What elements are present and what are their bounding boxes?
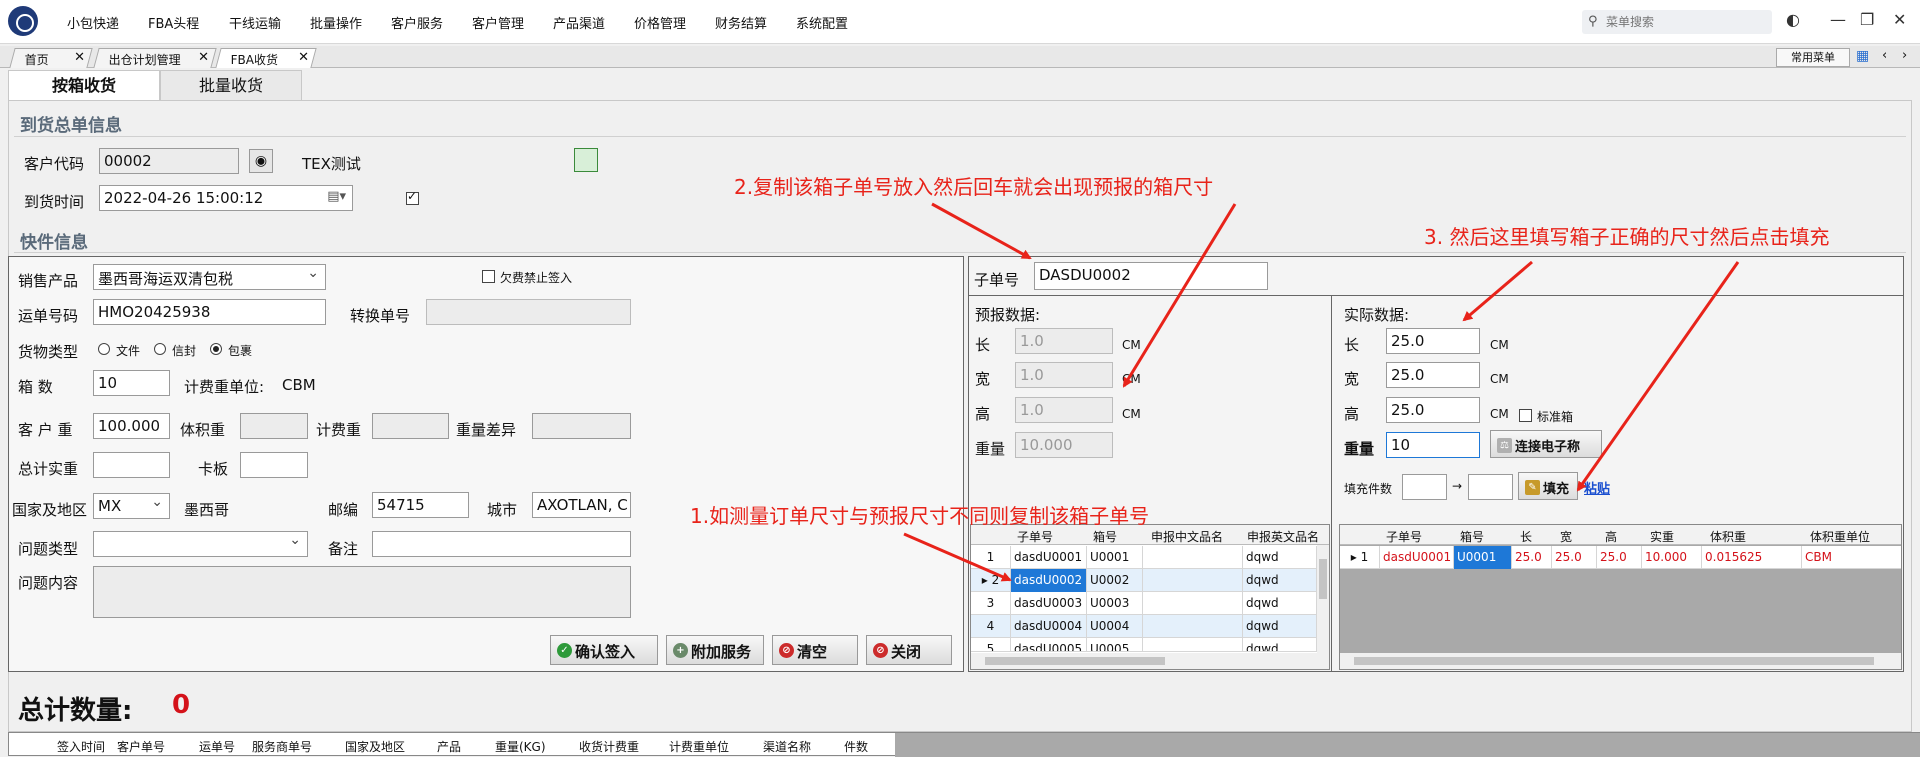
arrow-to-fill <box>1576 261 1740 492</box>
arrow-to-grid-row <box>903 532 1012 582</box>
arrow-to-forecast <box>1122 203 1237 388</box>
arrow-to-actual <box>1462 260 1533 322</box>
arrow-to-sub-field <box>931 202 1032 260</box>
annotation-arrows <box>903 202 1740 582</box>
